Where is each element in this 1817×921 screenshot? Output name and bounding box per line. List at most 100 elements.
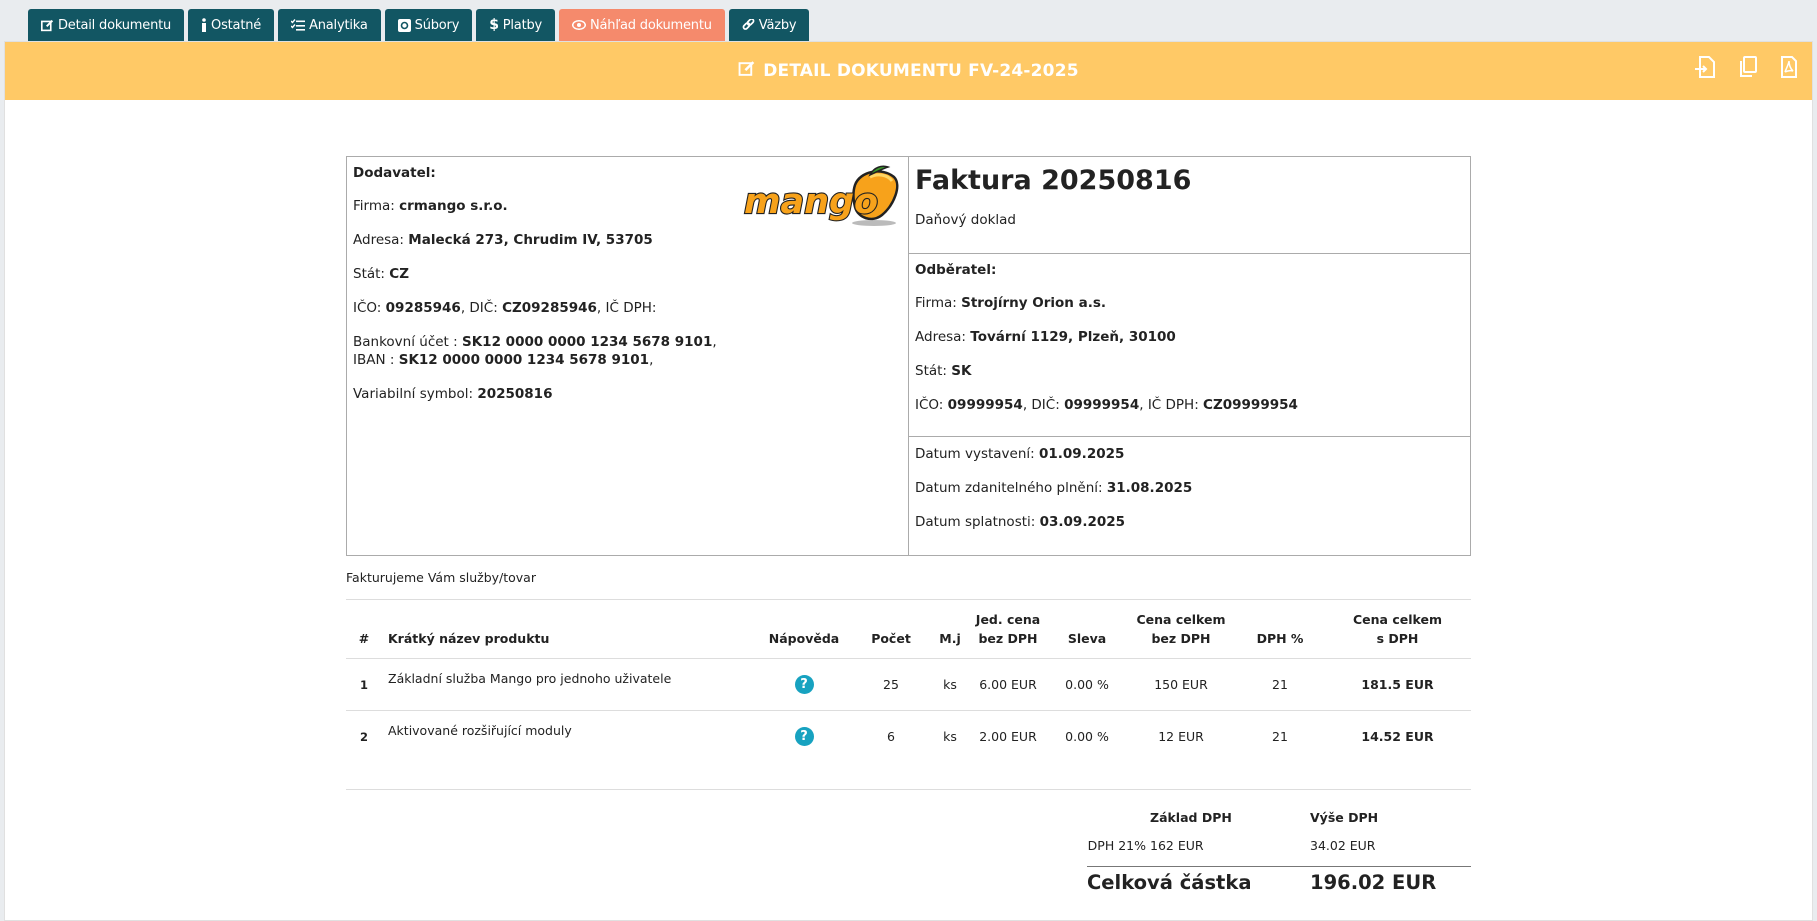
cell-name: Aktivované rozšiřující moduly: [388, 723, 572, 738]
cell-unit-price: 6.00 EUR: [968, 658, 1048, 711]
tab-ostatne[interactable]: Ostatné: [188, 9, 275, 41]
invoice-subtitle: Daňový doklad: [915, 212, 1016, 228]
summary-vat-header: Výše DPH: [1310, 809, 1379, 825]
dollar-icon: $: [489, 17, 499, 33]
customer-country: Stát: SK: [915, 362, 1464, 380]
customer-address: Adresa: Tovární 1129, Plzeň, 30100: [915, 328, 1464, 346]
label: IČ DPH:: [1147, 397, 1199, 413]
issue-date: Datum vystavení: 01.09.2025: [915, 445, 1464, 463]
help-icon[interactable]: ?: [794, 675, 814, 694]
col-num: #: [346, 600, 382, 659]
label: Stát:: [915, 363, 947, 379]
tab-nahlad-dokumentu[interactable]: Náhľad dokumentu: [559, 9, 725, 41]
eye-icon: [572, 20, 587, 30]
tab-detail-dokumentu[interactable]: Detail dokumentu: [28, 9, 185, 41]
label: DIČ:: [469, 300, 498, 316]
summary-base-value: 162 EUR: [1150, 837, 1204, 853]
value: 01.09.2025: [1038, 446, 1125, 462]
label: Datum vystavení:: [915, 446, 1035, 462]
tab-analytika[interactable]: Analytika: [278, 9, 381, 41]
table-row: 1 Základní služba Mango pro jednoho uživ…: [346, 658, 1471, 711]
tab-label: Detail dokumentu: [58, 17, 172, 33]
value: CZ09999954: [1203, 397, 1298, 413]
pdf-icon[interactable]: [1780, 55, 1798, 79]
tab-vazby[interactable]: Väzby: [728, 9, 810, 41]
label: DIČ:: [1031, 397, 1060, 413]
copy-icon[interactable]: [1738, 55, 1758, 79]
total-label: Celková částka: [1087, 871, 1252, 894]
cell-unit-price: 2.00 EUR: [979, 729, 1037, 745]
header-line: bez DPH: [978, 631, 1038, 646]
header-line: bez DPH: [1151, 631, 1211, 646]
invoice-title: Faktura 20250816: [915, 165, 1192, 196]
cell-vat: 21: [1236, 658, 1324, 711]
summary-row: DPH 21% 162 EUR 34.02 EUR: [1087, 830, 1471, 860]
help-icon[interactable]: ?: [794, 727, 814, 747]
invoice-right-column: Faktura 20250816 Daňový doklad Odběratel…: [909, 157, 1470, 555]
file-icon: [397, 18, 411, 32]
tab-subory[interactable]: Súbory: [384, 9, 473, 41]
customer-section: Odběratel: Firma: Strojírny Orion a.s. A…: [909, 254, 1470, 437]
supplier-address: Adresa: Malecká 273, Chrudim IV, 53705: [353, 231, 902, 249]
header-line: Cena celkem: [1353, 612, 1442, 627]
value: 09285946: [385, 300, 461, 316]
link-icon: [742, 18, 755, 32]
invoice-title-section: Faktura 20250816 Daňový doklad: [909, 157, 1470, 254]
edit-icon: [41, 19, 54, 32]
cell-unit: ks: [943, 729, 957, 745]
summary-row-label: DPH 21%: [1087, 837, 1146, 853]
cell-num: 2: [359, 729, 368, 744]
header-line: Cena celkem: [1136, 612, 1226, 627]
col-name: Krátký název produktu: [382, 600, 758, 659]
value: Strojírny Orion a.s.: [961, 295, 1107, 311]
value: Tovární 1129, Plzeň, 30100: [970, 329, 1176, 345]
supplier-vs: Variabilní symbol: 20250816: [353, 385, 902, 403]
value: 20250816: [477, 386, 553, 402]
value: 31.08.2025: [1106, 480, 1193, 496]
divider: [346, 788, 1471, 790]
info-icon: [201, 18, 207, 32]
header-line: s DPH: [1376, 631, 1419, 646]
value: SK12 0000 0000 1234 5678 9101: [462, 334, 713, 350]
invoice-info-grid: Dodavatel: Firma: crmango s.r.o. Adresa:…: [346, 156, 1471, 556]
col-total: Cena celkem bez DPH: [1126, 600, 1236, 659]
value: 03.09.2025: [1039, 514, 1126, 530]
label: IČO:: [353, 300, 382, 316]
supplier-country: Stát: CZ: [353, 265, 902, 283]
panel-header: DETAIL DOKUMENTU FV-24-2025: [5, 42, 1812, 100]
col-total-vat: Cena celkem s DPH: [1324, 600, 1471, 659]
total-value: 196.02 EUR: [1310, 871, 1437, 894]
tab-bar: Detail dokumentu Ostatné Analytika Súbor…: [28, 9, 810, 41]
supplier-section: Dodavatel: Firma: crmango s.r.o. Adresa:…: [347, 157, 909, 555]
col-vat: DPH %: [1236, 600, 1324, 659]
label: Datum zdanitelného plnění:: [915, 480, 1103, 496]
invoice-preview: Dodavatel: Firma: crmango s.r.o. Adresa:…: [346, 156, 1471, 894]
table-header-row: # Krátký název produktu Nápověda Počet M…: [346, 600, 1471, 659]
label: IBAN :: [353, 352, 395, 368]
cell-vat: 21: [1272, 729, 1288, 745]
tab-label: Náhľad dokumentu: [590, 17, 712, 33]
value: CZ: [389, 266, 409, 282]
table-row: 2 Aktivované rozšiřující moduly ? 6 ks 2…: [346, 711, 1471, 763]
value: CZ09285946: [502, 300, 597, 316]
cell-help: ?: [758, 711, 850, 763]
value: 09999954: [947, 397, 1023, 413]
cell-qty: 6: [887, 729, 895, 745]
customer-ids: IČO: 09999954, DIČ: 09999954, IČ DPH: CZ…: [915, 397, 1298, 413]
edit-icon: [738, 60, 756, 82]
logo-text: mango: [744, 182, 878, 222]
import-file-icon[interactable]: [1694, 55, 1716, 79]
due-date: Datum splatnosti: 03.09.2025: [915, 513, 1464, 531]
cell-discount: 0.00 %: [1048, 658, 1126, 711]
value: SK: [951, 363, 972, 379]
col-discount: Sleva: [1048, 600, 1126, 659]
header-actions: [1694, 55, 1798, 79]
cell-total: 12 EUR: [1158, 729, 1204, 745]
list-check-icon: [291, 19, 306, 31]
supplier-bank: Bankovní účet : SK12 0000 0000 1234 5678…: [353, 334, 717, 368]
items-table: # Krátký název produktu Nápověda Počet M…: [346, 600, 1471, 763]
cell-discount: 0.00 %: [1065, 729, 1109, 745]
label: Firma:: [915, 295, 957, 311]
tab-platby[interactable]: $ Platby: [476, 9, 556, 41]
label: Datum splatnosti:: [915, 514, 1036, 530]
